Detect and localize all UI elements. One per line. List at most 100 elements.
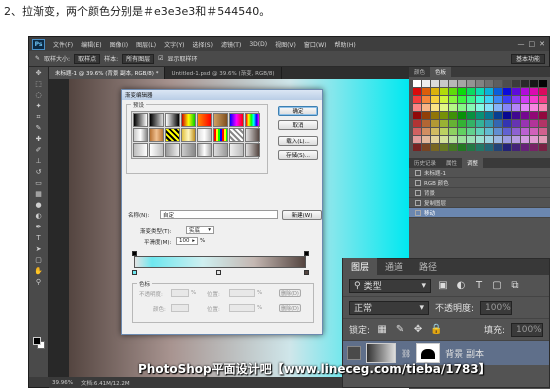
color-swatch[interactable]	[521, 144, 529, 151]
color-swatch[interactable]	[449, 88, 457, 95]
color-swatch[interactable]	[413, 120, 421, 127]
shape-tool-icon[interactable]: ▢	[33, 256, 45, 265]
tab-layers[interactable]: 图层	[343, 258, 378, 275]
layer-filter-select[interactable]: ⚲ 类型 ▾	[349, 278, 431, 293]
color-swatch[interactable]	[521, 112, 529, 119]
name-input[interactable]: 自定	[160, 210, 278, 219]
color-swatch[interactable]	[449, 144, 457, 151]
color-swatch[interactable]	[458, 80, 466, 87]
preset-swatch[interactable]	[133, 113, 148, 127]
color-swatch[interactable]	[440, 120, 448, 127]
color-swatch[interactable]	[530, 96, 538, 103]
tab-paths[interactable]: 路径	[411, 258, 445, 275]
type-tool-icon[interactable]: T	[33, 234, 45, 243]
color-swatch[interactable]	[422, 120, 430, 127]
tab-adjustments[interactable]: 调整	[462, 158, 484, 168]
opacity-location-input[interactable]	[229, 289, 255, 297]
color-swatch[interactable]	[521, 104, 529, 111]
preset-swatch[interactable]	[149, 128, 164, 142]
color-swatch[interactable]	[530, 112, 538, 119]
color-swatch[interactable]	[539, 104, 547, 111]
tab-history[interactable]: 历史记录	[409, 158, 441, 168]
color-swatch[interactable]	[530, 136, 538, 143]
color-swatch[interactable]	[539, 128, 547, 135]
preset-swatch[interactable]	[133, 128, 148, 142]
color-swatch[interactable]	[530, 128, 538, 135]
color-swatch[interactable]	[449, 112, 457, 119]
color-swatch[interactable]	[413, 104, 421, 111]
color-swatch[interactable]	[485, 128, 493, 135]
color-swatch[interactable]	[503, 136, 511, 143]
color-swatch[interactable]	[485, 112, 493, 119]
save-button[interactable]: 存储(S)...	[278, 150, 318, 160]
color-swatch[interactable]	[440, 104, 448, 111]
color-swatch[interactable]	[494, 120, 502, 127]
color-swatch[interactable]	[458, 96, 466, 103]
fill-input[interactable]: 100%	[511, 322, 543, 337]
preset-swatch[interactable]	[181, 128, 196, 142]
color-swatch[interactable]	[422, 136, 430, 143]
color-location-input[interactable]	[229, 304, 255, 312]
color-swatch[interactable]	[413, 96, 421, 103]
color-swatch[interactable]	[467, 80, 475, 87]
cancel-button[interactable]: 取消	[278, 120, 318, 130]
color-swatch[interactable]	[467, 120, 475, 127]
layer-name[interactable]: 背景 副本	[445, 347, 484, 360]
color-swatch[interactable]	[458, 120, 466, 127]
color-swatch[interactable]	[503, 88, 511, 95]
color-swatch[interactable]	[503, 80, 511, 87]
adjust-filter-icon[interactable]: ◐	[455, 280, 467, 291]
color-swatch[interactable]	[494, 144, 502, 151]
color-swatch[interactable]	[521, 128, 529, 135]
color-swatch[interactable]	[467, 136, 475, 143]
color-swatch[interactable]	[449, 136, 457, 143]
menu-view[interactable]: 视图(V)	[271, 40, 300, 49]
history-item[interactable]: 背景	[409, 188, 550, 198]
tab-channels[interactable]: 通道	[377, 258, 411, 275]
color-swatch[interactable]	[431, 112, 439, 119]
preset-swatch[interactable]	[213, 128, 228, 142]
color-swatch[interactable]	[521, 136, 529, 143]
brush-tool-icon[interactable]: ✐	[33, 146, 45, 155]
preset-swatch[interactable]	[133, 143, 148, 157]
menu-type[interactable]: 文字(Y)	[160, 40, 188, 49]
preset-swatch[interactable]	[245, 113, 260, 127]
color-swatch[interactable]	[458, 144, 466, 151]
color-swatch[interactable]	[440, 96, 448, 103]
preset-swatch[interactable]	[245, 143, 260, 157]
history-item[interactable]: RGB 颜色	[409, 178, 550, 188]
marquee-tool-icon[interactable]: ⬚	[33, 80, 45, 89]
color-swatch[interactable]	[539, 112, 547, 119]
color-swatch[interactable]	[440, 144, 448, 151]
color-swatch[interactable]	[521, 96, 529, 103]
color-swatch[interactable]	[503, 96, 511, 103]
zoom-level[interactable]: 39.96%	[52, 380, 73, 386]
crop-tool-icon[interactable]: ⌗	[33, 113, 45, 122]
history-item[interactable]: 复制图层	[409, 198, 550, 208]
menu-edit[interactable]: 编辑(E)	[77, 40, 105, 49]
menu-file[interactable]: 文件(F)	[49, 40, 77, 49]
color-swatch[interactable]	[530, 88, 538, 95]
color-swatch[interactable]	[494, 112, 502, 119]
tab-color[interactable]: 颜色	[409, 67, 430, 77]
workspace-select[interactable]: 基本功能	[510, 53, 545, 64]
color-swatch[interactable]	[458, 104, 466, 111]
history-item[interactable]: 未标题-1	[409, 168, 550, 178]
blur-tool-icon[interactable]: ●	[33, 201, 45, 210]
color-swatch[interactable]	[431, 80, 439, 87]
color-swatch[interactable]	[440, 112, 448, 119]
color-stop-right[interactable]	[304, 270, 309, 275]
color-swatch[interactable]	[467, 88, 475, 95]
smart-filter-icon[interactable]: ⧉	[509, 280, 521, 291]
color-swatch[interactable]	[485, 104, 493, 111]
color-swatch[interactable]	[440, 80, 448, 87]
type-filter-icon[interactable]: T	[473, 280, 485, 291]
menu-help[interactable]: 帮助(H)	[331, 40, 360, 49]
preset-swatch[interactable]	[229, 113, 244, 127]
color-swatch[interactable]	[485, 144, 493, 151]
stop-opacity-input[interactable]	[171, 289, 189, 297]
color-swatch[interactable]	[422, 96, 430, 103]
quick-select-tool-icon[interactable]: ✦	[33, 102, 45, 111]
color-swatch[interactable]	[413, 88, 421, 95]
tab-properties[interactable]: 属性	[441, 158, 462, 168]
